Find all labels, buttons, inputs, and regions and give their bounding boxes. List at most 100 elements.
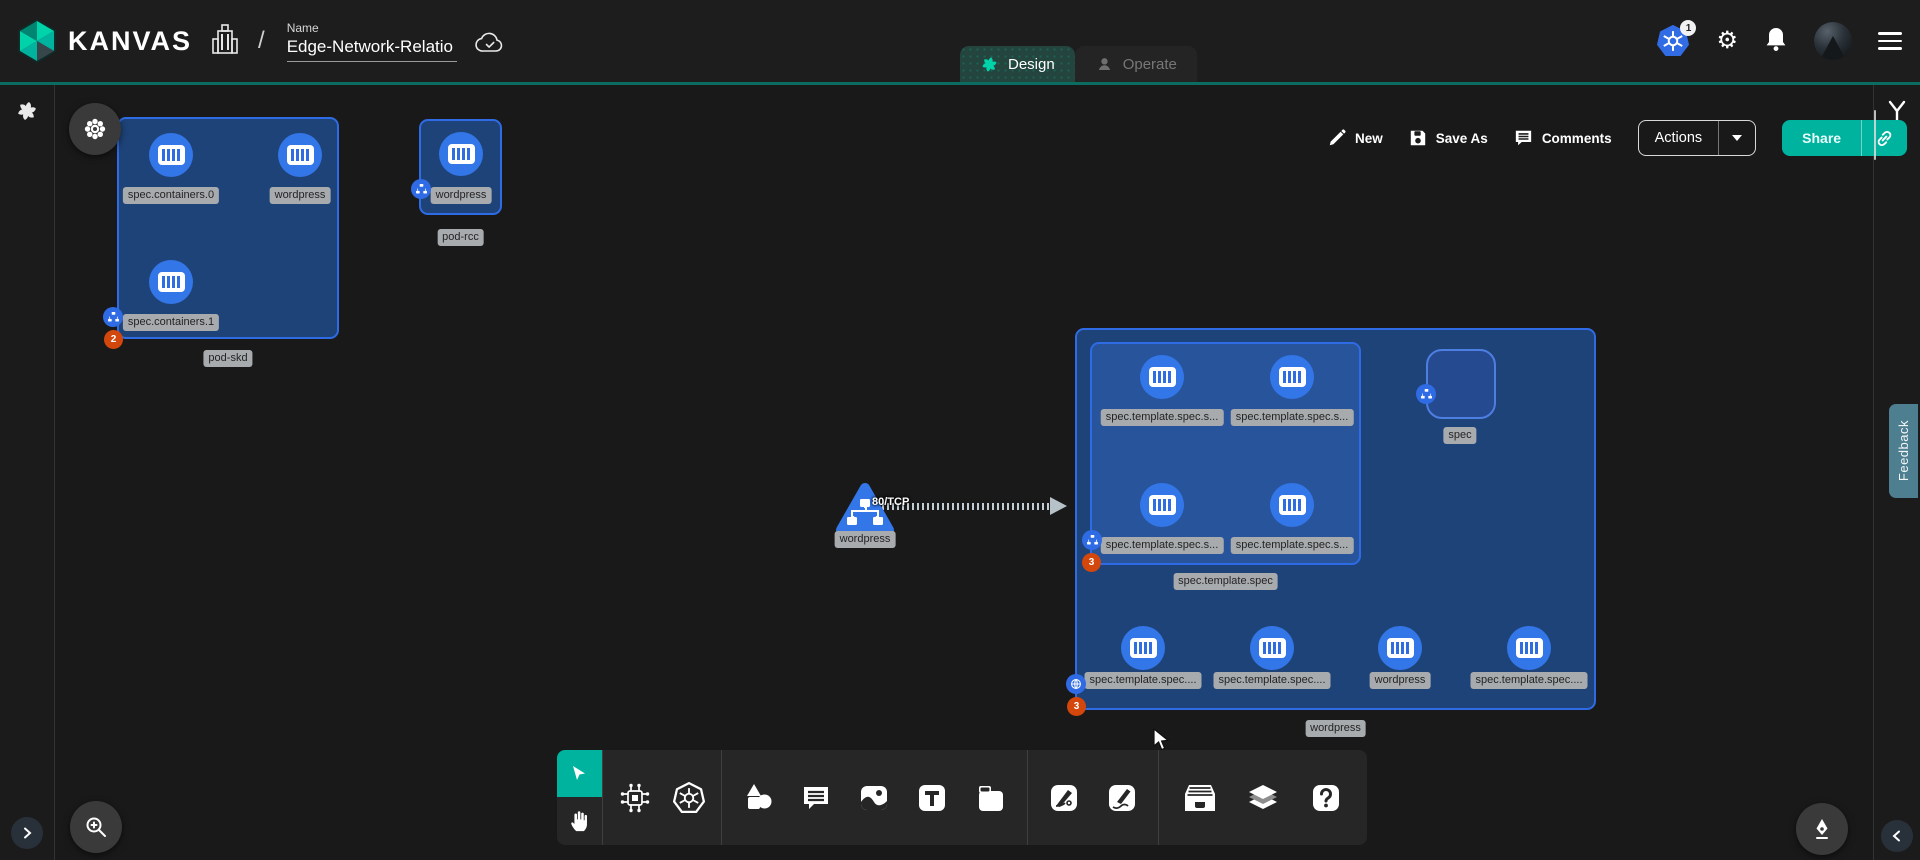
- note-tool[interactable]: [969, 776, 1013, 820]
- container-node[interactable]: [1270, 355, 1314, 399]
- pen-path-tool[interactable]: [1042, 776, 1086, 820]
- zoom-fab[interactable]: [70, 801, 122, 853]
- actions-split-button[interactable]: Actions: [1638, 120, 1757, 156]
- container-icon: [1387, 638, 1414, 658]
- drawer-tool[interactable]: [1178, 776, 1222, 820]
- container-node[interactable]: [1121, 626, 1165, 670]
- canvas-scrollbar-thumb[interactable]: [1874, 110, 1876, 160]
- pan-tool[interactable]: [557, 797, 602, 845]
- hierarchy-badge[interactable]: [1082, 530, 1102, 550]
- container-node[interactable]: [1507, 626, 1551, 670]
- container-node[interactable]: [1270, 483, 1314, 527]
- layers-icon: [1246, 781, 1280, 815]
- container-node[interactable]: [439, 132, 483, 176]
- container-icon: [158, 145, 185, 165]
- share-split-button[interactable]: Share: [1782, 120, 1907, 156]
- kanvas-app: KANVAS / Name: [0, 0, 1920, 860]
- copy-link-button[interactable]: [1861, 120, 1907, 156]
- comment-icon: [800, 782, 832, 814]
- container-icon: [1130, 638, 1157, 658]
- container-node[interactable]: [1140, 483, 1184, 527]
- share-label[interactable]: Share: [1782, 120, 1861, 156]
- design-name-input[interactable]: [287, 37, 457, 62]
- edge-port-label: 80/TCP: [872, 496, 909, 508]
- comments-button[interactable]: Comments: [1514, 129, 1612, 147]
- save-as-button[interactable]: Save As: [1409, 129, 1488, 147]
- canvas-config-fab[interactable]: [69, 103, 121, 155]
- group-pod-skd[interactable]: spec.containers.0 wordpress spec.contain…: [117, 117, 339, 339]
- settings-gear-icon[interactable]: ⚙: [1716, 29, 1738, 53]
- container-icon: [1149, 367, 1176, 387]
- organization-icon[interactable]: [210, 23, 240, 60]
- shapes-icon: [741, 781, 775, 815]
- group-pod-rcc[interactable]: wordpress pod-rcc: [419, 119, 502, 215]
- help-question-icon: [1310, 782, 1342, 814]
- node-label: spec.containers.0: [123, 187, 219, 204]
- text-tool[interactable]: [910, 776, 954, 820]
- shapes-tool[interactable]: [736, 776, 780, 820]
- service-node[interactable]: [835, 482, 895, 536]
- chevron-left-icon: [1891, 830, 1903, 842]
- hierarchy-badge[interactable]: [1416, 384, 1436, 404]
- error-count-badge[interactable]: 3: [1067, 697, 1086, 716]
- container-node[interactable]: [149, 133, 193, 177]
- chip-icon: [618, 781, 652, 815]
- freehand-draw-tool[interactable]: [1100, 776, 1144, 820]
- name-field-label: Name: [287, 21, 457, 35]
- layers-tool[interactable]: [1241, 776, 1285, 820]
- hierarchy-badge[interactable]: [103, 307, 123, 327]
- container-icon: [1516, 638, 1543, 658]
- header-accent-divider: [0, 82, 1920, 85]
- comment-tool[interactable]: [794, 776, 838, 820]
- feedback-label: Feedback: [1896, 420, 1911, 481]
- error-count-badge[interactable]: 2: [104, 330, 123, 349]
- group-label: spec.template.spec: [1173, 573, 1278, 590]
- link-icon: [1875, 129, 1894, 148]
- node-label: wordpress: [270, 187, 331, 204]
- expand-left-panel-button[interactable]: [11, 817, 43, 849]
- select-tool[interactable]: [557, 750, 602, 797]
- container-icon: [158, 272, 185, 292]
- pen-fab[interactable]: [1796, 803, 1848, 855]
- spec-node[interactable]: [1426, 349, 1496, 419]
- tab-design-label: Design: [1008, 56, 1055, 73]
- container-node[interactable]: [1140, 355, 1184, 399]
- drawer-archive-icon: [1183, 782, 1217, 814]
- group-spec-template-spec[interactable]: spec.template.spec.s... spec.template.sp…: [1090, 342, 1361, 565]
- hierarchy-badge[interactable]: [411, 179, 431, 199]
- kubernetes-components-tool[interactable]: [667, 776, 711, 820]
- note-tab-icon: [975, 782, 1007, 814]
- kubernetes-context-switcher[interactable]: 1: [1656, 24, 1690, 58]
- scope-badge[interactable]: [1066, 674, 1086, 694]
- design-swirl-icon: [980, 55, 999, 74]
- group-deployment-wordpress[interactable]: spec.template.spec.s... spec.template.sp…: [1075, 328, 1596, 710]
- user-avatar[interactable]: [1814, 22, 1852, 60]
- notifications-bell-icon[interactable]: [1764, 26, 1788, 57]
- magnifier-plus-icon: [84, 815, 108, 839]
- image-tool[interactable]: [852, 776, 896, 820]
- collapse-right-panel-button[interactable]: [1881, 820, 1913, 852]
- container-node[interactable]: [1250, 626, 1294, 670]
- node-label: spec: [1443, 427, 1476, 444]
- actions-label[interactable]: Actions: [1639, 121, 1719, 155]
- node-label: spec.containers.1: [123, 314, 219, 331]
- container-node[interactable]: [278, 133, 322, 177]
- container-node[interactable]: [149, 260, 193, 304]
- k8s-context-count-badge: 1: [1680, 20, 1696, 36]
- help-tool[interactable]: [1304, 776, 1348, 820]
- new-label: New: [1355, 131, 1383, 146]
- kanvas-logo[interactable]: KANVAS: [16, 18, 192, 64]
- error-count-badge[interactable]: 3: [1082, 553, 1101, 572]
- integrations-tool[interactable]: [613, 776, 657, 820]
- group-label: pod-skd: [203, 350, 252, 367]
- feedback-tab[interactable]: Feedback: [1889, 404, 1918, 498]
- menu-icon[interactable]: [1878, 32, 1902, 50]
- new-design-button[interactable]: New: [1328, 129, 1383, 147]
- container-node[interactable]: [1378, 626, 1422, 670]
- comments-label: Comments: [1542, 131, 1612, 146]
- meshery-swirl-icon[interactable]: [15, 99, 39, 128]
- actions-dropdown-toggle[interactable]: [1718, 121, 1755, 155]
- tab-design[interactable]: Design: [960, 46, 1075, 82]
- tab-operate[interactable]: Operate: [1075, 46, 1197, 82]
- left-rail: [0, 85, 55, 860]
